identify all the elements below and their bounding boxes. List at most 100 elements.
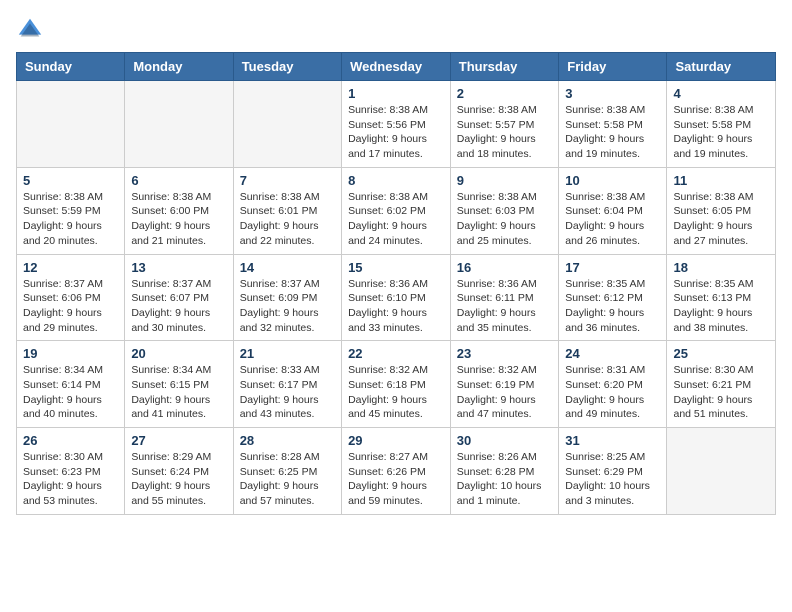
calendar-cell: 19 Sunrise: 8:34 AM Sunset: 6:14 PM Dayli… (17, 341, 125, 428)
week-row-0: 1 Sunrise: 8:38 AM Sunset: 5:56 PM Daylig… (17, 81, 776, 168)
calendar-cell: 4Sunrise: 8:38 AM Sunset: 5:58 PM Daylig… (667, 81, 776, 168)
day-info: Sunrise: 8:36 AM Sunset: 6:10 PM Dayligh… (348, 277, 444, 336)
logo-icon (16, 16, 44, 44)
day-info: Sunrise: 8:38 AM Sunset: 6:03 PM Dayligh… (457, 190, 553, 249)
day-info: Sunrise: 8:32 AM Sunset: 6:18 PM Dayligh… (348, 363, 444, 422)
calendar-cell (233, 81, 341, 168)
day-number: 16 (457, 260, 553, 275)
calendar-cell: 27Sunrise: 8:29 AM Sunset: 6:24 PM Dayli… (125, 428, 233, 515)
day-info: Sunrise: 8:38 AM Sunset: 6:04 PM Dayligh… (565, 190, 660, 249)
weekday-header-friday: Friday (559, 53, 667, 81)
calendar-cell: 13 Sunrise: 8:37 AM Sunset: 6:07 PM Dayli… (125, 254, 233, 341)
day-info: Sunrise: 8:30 AM Sunset: 6:21 PM Dayligh… (673, 363, 769, 422)
weekday-header-monday: Monday (125, 53, 233, 81)
calendar-cell: 31 Sunrise: 8:25 AM Sunset: 6:29 PM Dayli… (559, 428, 667, 515)
day-number: 9 (457, 173, 553, 188)
calendar-cell: 6 Sunrise: 8:38 AM Sunset: 6:00 PM Daylig… (125, 167, 233, 254)
calendar-cell: 3 Sunrise: 8:38 AM Sunset: 5:58 PM Daylig… (559, 81, 667, 168)
day-number: 25 (673, 346, 769, 361)
calendar-cell: 18 Sunrise: 8:35 AM Sunset: 6:13 PM Dayli… (667, 254, 776, 341)
calendar-cell: 7 Sunrise: 8:38 AM Sunset: 6:01 PM Daylig… (233, 167, 341, 254)
calendar-cell: 26Sunrise: 8:30 AM Sunset: 6:23 PM Dayli… (17, 428, 125, 515)
day-number: 12 (23, 260, 118, 275)
day-info: Sunrise: 8:38 AM Sunset: 5:58 PM Dayligh… (673, 103, 769, 162)
weekday-header-tuesday: Tuesday (233, 53, 341, 81)
calendar-cell: 8Sunrise: 8:38 AM Sunset: 6:02 PM Daylig… (342, 167, 451, 254)
day-info: Sunrise: 8:35 AM Sunset: 6:13 PM Dayligh… (673, 277, 769, 336)
day-number: 24 (565, 346, 660, 361)
calendar-cell: 11 Sunrise: 8:38 AM Sunset: 6:05 PM Dayli… (667, 167, 776, 254)
day-number: 22 (348, 346, 444, 361)
calendar-cell (17, 81, 125, 168)
day-number: 29 (348, 433, 444, 448)
calendar-cell: 5 Sunrise: 8:38 AM Sunset: 5:59 PM Daylig… (17, 167, 125, 254)
day-info: Sunrise: 8:38 AM Sunset: 5:59 PM Dayligh… (23, 190, 118, 249)
day-number: 20 (131, 346, 226, 361)
calendar-cell: 9 Sunrise: 8:38 AM Sunset: 6:03 PM Daylig… (450, 167, 559, 254)
day-number: 7 (240, 173, 335, 188)
calendar-cell: 16 Sunrise: 8:36 AM Sunset: 6:11 PM Dayli… (450, 254, 559, 341)
day-info: Sunrise: 8:38 AM Sunset: 5:57 PM Dayligh… (457, 103, 553, 162)
calendar-cell: 10 Sunrise: 8:38 AM Sunset: 6:04 PM Dayli… (559, 167, 667, 254)
calendar-cell: 24 Sunrise: 8:31 AM Sunset: 6:20 PM Dayli… (559, 341, 667, 428)
calendar-cell: 20Sunrise: 8:34 AM Sunset: 6:15 PM Dayli… (125, 341, 233, 428)
day-number: 8 (348, 173, 444, 188)
day-info: Sunrise: 8:26 AM Sunset: 6:28 PM Dayligh… (457, 450, 553, 509)
week-row-1: 5 Sunrise: 8:38 AM Sunset: 5:59 PM Daylig… (17, 167, 776, 254)
day-number: 13 (131, 260, 226, 275)
calendar-cell: 23Sunrise: 8:32 AM Sunset: 6:19 PM Dayli… (450, 341, 559, 428)
weekday-header-wednesday: Wednesday (342, 53, 451, 81)
day-number: 1 (348, 86, 444, 101)
calendar-cell: 29 Sunrise: 8:27 AM Sunset: 6:26 PM Dayli… (342, 428, 451, 515)
calendar-cell: 28Sunrise: 8:28 AM Sunset: 6:25 PM Dayli… (233, 428, 341, 515)
week-row-2: 12 Sunrise: 8:37 AM Sunset: 6:06 PM Dayli… (17, 254, 776, 341)
day-number: 21 (240, 346, 335, 361)
day-number: 19 (23, 346, 118, 361)
day-info: Sunrise: 8:34 AM Sunset: 6:14 PM Dayligh… (23, 363, 118, 422)
day-number: 11 (673, 173, 769, 188)
logo (16, 16, 48, 44)
day-info: Sunrise: 8:35 AM Sunset: 6:12 PM Dayligh… (565, 277, 660, 336)
calendar-cell: 14Sunrise: 8:37 AM Sunset: 6:09 PM Dayli… (233, 254, 341, 341)
day-number: 18 (673, 260, 769, 275)
day-number: 3 (565, 86, 660, 101)
calendar-cell: 15Sunrise: 8:36 AM Sunset: 6:10 PM Dayli… (342, 254, 451, 341)
day-info: Sunrise: 8:38 AM Sunset: 5:56 PM Dayligh… (348, 103, 444, 162)
weekday-header-thursday: Thursday (450, 53, 559, 81)
day-info: Sunrise: 8:27 AM Sunset: 6:26 PM Dayligh… (348, 450, 444, 509)
day-info: Sunrise: 8:36 AM Sunset: 6:11 PM Dayligh… (457, 277, 553, 336)
calendar-table: SundayMondayTuesdayWednesdayThursdayFrid… (16, 52, 776, 515)
week-row-3: 19 Sunrise: 8:34 AM Sunset: 6:14 PM Dayli… (17, 341, 776, 428)
day-info: Sunrise: 8:28 AM Sunset: 6:25 PM Dayligh… (240, 450, 335, 509)
weekday-header-sunday: Sunday (17, 53, 125, 81)
day-number: 5 (23, 173, 118, 188)
day-info: Sunrise: 8:29 AM Sunset: 6:24 PM Dayligh… (131, 450, 226, 509)
weekday-header-row: SundayMondayTuesdayWednesdayThursdayFrid… (17, 53, 776, 81)
calendar-cell: 2Sunrise: 8:38 AM Sunset: 5:57 PM Daylig… (450, 81, 559, 168)
day-info: Sunrise: 8:37 AM Sunset: 6:06 PM Dayligh… (23, 277, 118, 336)
calendar-cell: 21Sunrise: 8:33 AM Sunset: 6:17 PM Dayli… (233, 341, 341, 428)
calendar-cell: 12 Sunrise: 8:37 AM Sunset: 6:06 PM Dayli… (17, 254, 125, 341)
calendar-cell (667, 428, 776, 515)
day-info: Sunrise: 8:31 AM Sunset: 6:20 PM Dayligh… (565, 363, 660, 422)
day-info: Sunrise: 8:37 AM Sunset: 6:07 PM Dayligh… (131, 277, 226, 336)
day-info: Sunrise: 8:25 AM Sunset: 6:29 PM Dayligh… (565, 450, 660, 509)
calendar-cell (125, 81, 233, 168)
page-header (16, 16, 776, 44)
day-number: 31 (565, 433, 660, 448)
calendar-cell: 30 Sunrise: 8:26 AM Sunset: 6:28 PM Dayli… (450, 428, 559, 515)
day-number: 17 (565, 260, 660, 275)
day-number: 30 (457, 433, 553, 448)
weekday-header-saturday: Saturday (667, 53, 776, 81)
calendar-cell: 17 Sunrise: 8:35 AM Sunset: 6:12 PM Dayli… (559, 254, 667, 341)
calendar-cell: 1 Sunrise: 8:38 AM Sunset: 5:56 PM Daylig… (342, 81, 451, 168)
week-row-4: 26Sunrise: 8:30 AM Sunset: 6:23 PM Dayli… (17, 428, 776, 515)
day-number: 10 (565, 173, 660, 188)
day-number: 26 (23, 433, 118, 448)
calendar-cell: 22 Sunrise: 8:32 AM Sunset: 6:18 PM Dayli… (342, 341, 451, 428)
day-info: Sunrise: 8:38 AM Sunset: 5:58 PM Dayligh… (565, 103, 660, 162)
day-info: Sunrise: 8:38 AM Sunset: 6:05 PM Dayligh… (673, 190, 769, 249)
day-number: 6 (131, 173, 226, 188)
day-info: Sunrise: 8:38 AM Sunset: 6:01 PM Dayligh… (240, 190, 335, 249)
day-info: Sunrise: 8:38 AM Sunset: 6:00 PM Dayligh… (131, 190, 226, 249)
